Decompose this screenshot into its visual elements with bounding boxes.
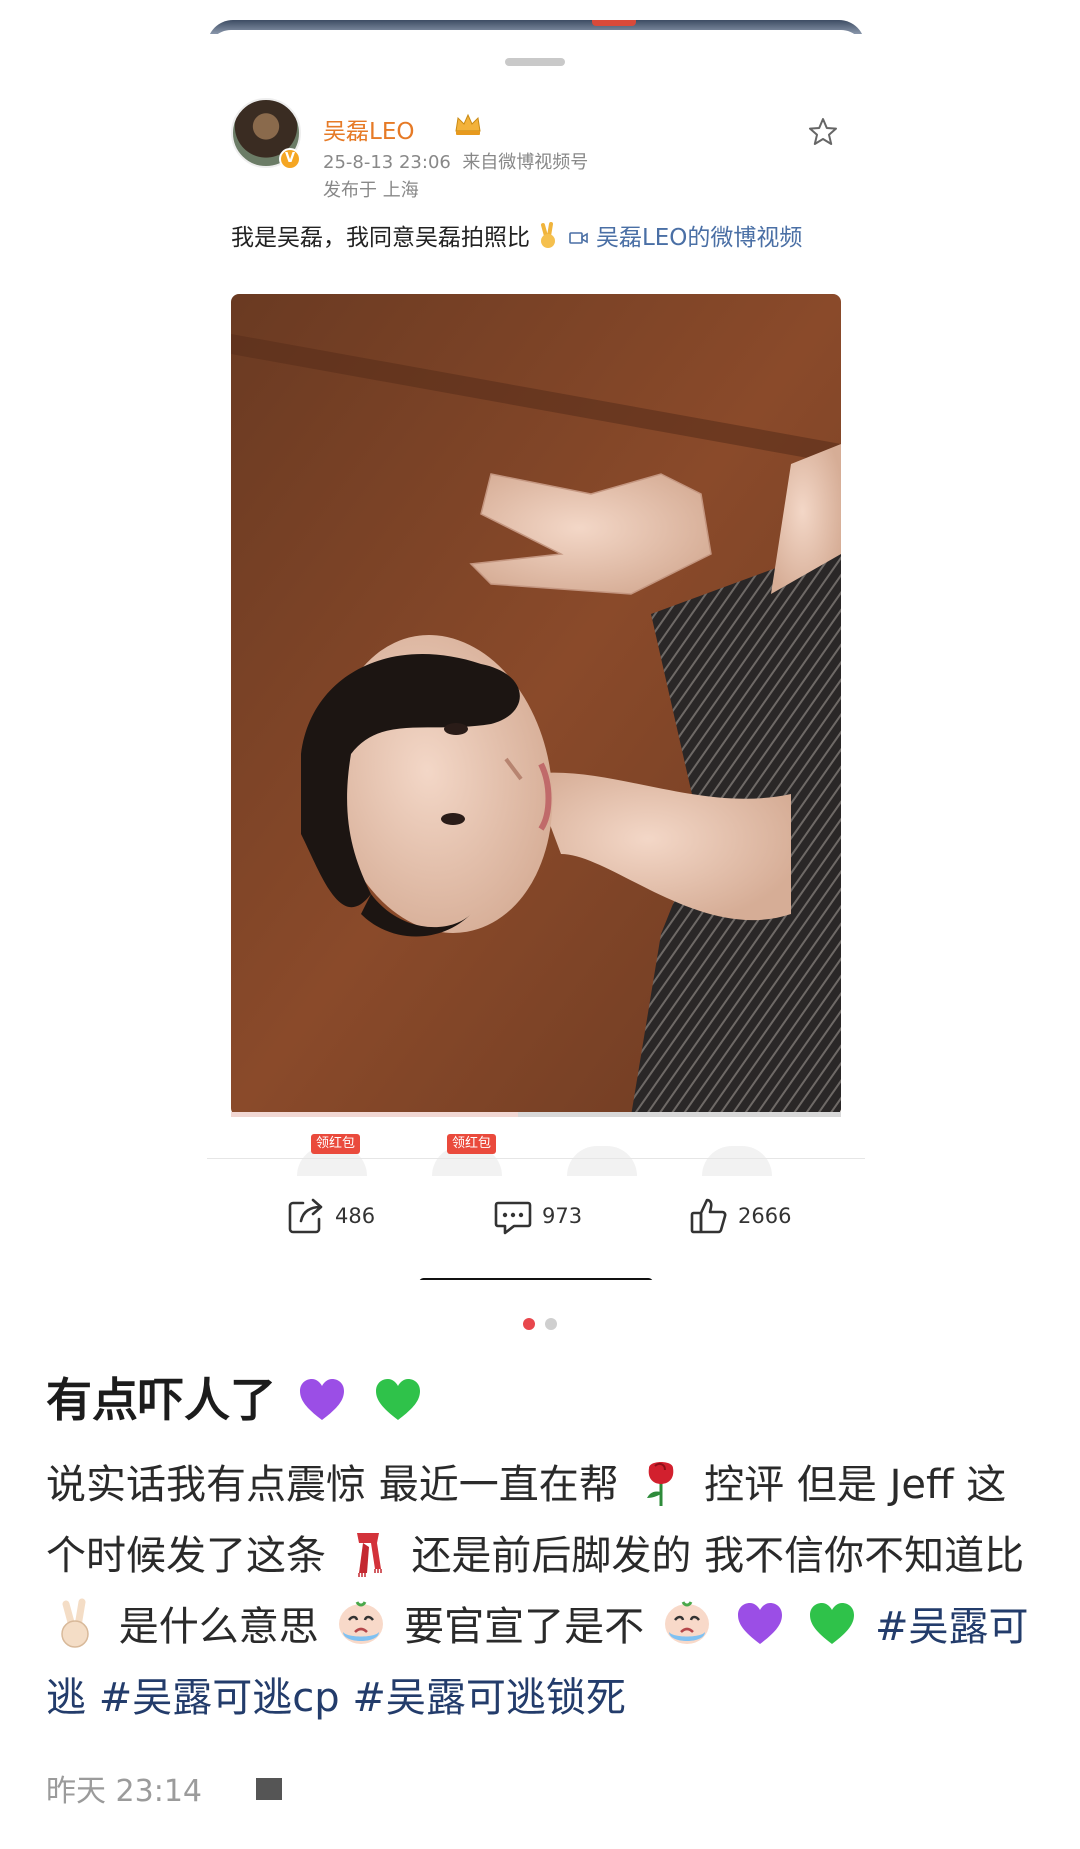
crying-face-icon	[339, 1601, 384, 1644]
green-heart-icon	[376, 1379, 421, 1420]
post-timestamp: 昨天 23:14	[46, 1774, 202, 1809]
like-button[interactable]: 2666	[688, 1194, 791, 1238]
reward-bubble[interactable]	[567, 1146, 637, 1176]
pager-dot[interactable]	[545, 1318, 557, 1330]
repost-button[interactable]: 486	[285, 1194, 375, 1238]
video-frame	[231, 294, 841, 1116]
comment-count: 973	[542, 1204, 583, 1228]
reward-tag[interactable]: 领红包	[311, 1134, 361, 1154]
share-icon	[288, 1198, 323, 1234]
home-indicator[interactable]	[419, 1278, 653, 1280]
like-icon	[690, 1198, 727, 1234]
post-location: 发布于 上海	[323, 180, 419, 201]
post-meta: 25-8-13 23:06 来自微博视频号	[323, 148, 588, 174]
scarf-icon	[356, 1533, 382, 1577]
reward-bubble[interactable]	[702, 1146, 772, 1176]
reward-tag[interactable]: 领红包	[447, 1134, 497, 1154]
weibo-sheet: V 吴磊LEO 25-8-13 23:06 来自微博视频号 发布于 上海 我是吴…	[207, 30, 865, 1280]
hashtag-link[interactable]: #吴露可逃锁死	[352, 1675, 626, 1721]
post-title: 有点吓人了	[46, 1368, 428, 1432]
victory-hand-icon	[541, 222, 556, 248]
video-icon	[568, 232, 588, 244]
purple-heart-icon	[737, 1603, 782, 1644]
image-pager[interactable]	[0, 1318, 1080, 1330]
body-segment: 是什么意思	[118, 1604, 319, 1650]
victory-hand-icon	[61, 1598, 89, 1648]
rose-icon	[647, 1462, 674, 1506]
weibo-screenshot: V 吴磊LEO 25-8-13 23:06 来自微博视频号 发布于 上海 我是吴…	[207, 20, 865, 1280]
post-body-text: 说实话我有点震惊 最近一直在帮 控评 但是 Jeff 这个时候发了这条 还是前后…	[46, 1450, 1046, 1734]
body-segment: 说实话我有点震惊 最近一直在帮	[46, 1462, 619, 1508]
body-segment: 还是前后脚发的 我不信你不知道比	[411, 1533, 1025, 1579]
video-link-label: 吴磊LEO的微博视频	[595, 225, 803, 251]
hashtag-link[interactable]: #吴露可逃cp	[99, 1675, 340, 1721]
repost-count: 486	[335, 1204, 376, 1228]
comment-button[interactable]: 973	[492, 1194, 582, 1238]
like-count: 2666	[738, 1204, 792, 1228]
video-progress[interactable]	[231, 1112, 841, 1117]
post-body: 我是吴磊，我同意吴磊拍照比	[231, 225, 530, 251]
post-source: 来自微博视频号	[462, 152, 589, 173]
location-mark	[256, 1778, 282, 1800]
post-text: 我是吴磊，我同意吴磊拍照比 吴磊LEO的微博视频	[231, 220, 841, 256]
pager-dot-active[interactable]	[523, 1318, 535, 1330]
crying-face-icon	[664, 1601, 709, 1644]
purple-heart-icon	[300, 1379, 345, 1420]
video-progress-fill	[231, 1112, 518, 1117]
crown-icon	[455, 113, 481, 135]
username[interactable]: 吴磊LEO	[323, 112, 414, 146]
video-link[interactable]: 吴磊LEO的微博视频	[568, 225, 803, 251]
video-player[interactable]	[231, 294, 841, 1116]
verified-badge: V	[279, 148, 301, 170]
sheet-grabber[interactable]	[505, 58, 565, 66]
post-title-text: 有点吓人了	[46, 1373, 276, 1427]
green-heart-icon	[810, 1603, 855, 1644]
post-datetime: 25-8-13 23:06	[323, 152, 451, 173]
comment-icon	[494, 1201, 532, 1235]
reward-strip: 领红包 领红包	[207, 1134, 865, 1176]
star-icon[interactable]	[807, 116, 839, 148]
divider	[207, 1158, 865, 1159]
body-segment: 要官宣了是不	[404, 1604, 645, 1650]
